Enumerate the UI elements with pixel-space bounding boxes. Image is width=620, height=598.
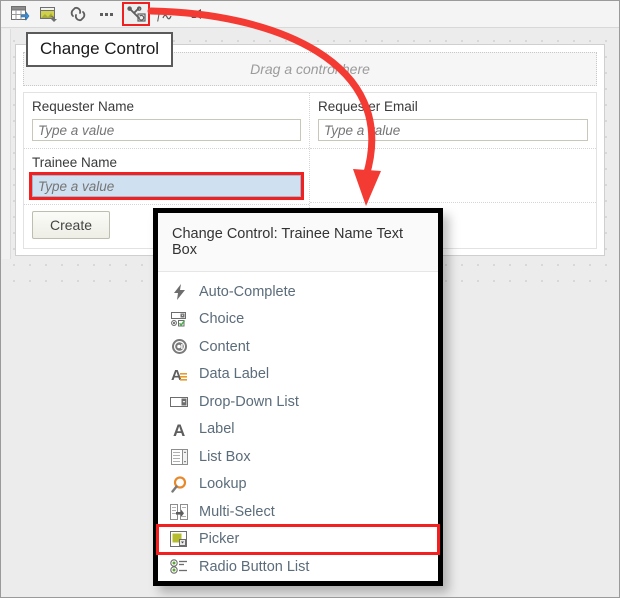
menu-item-label: Picker xyxy=(199,531,240,548)
field-label-requester-email: Requester Email xyxy=(318,99,418,114)
empty-cell-right-middle[interactable] xyxy=(310,149,596,203)
radio-button-list-icon xyxy=(168,557,190,577)
svg-text:A: A xyxy=(173,421,185,438)
picker-icon xyxy=(168,529,190,549)
multi-select-icon xyxy=(168,502,190,522)
formula-icon[interactable]: f xyxy=(152,3,178,25)
toolbar: f xyxy=(1,1,619,28)
field-label-trainee-name: Trainee Name xyxy=(32,155,118,170)
menu-item-multi-select[interactable]: Multi-Select xyxy=(158,498,438,526)
menu-item-radio-button-list[interactable]: Radio Button List xyxy=(158,553,438,581)
menu-item-list-box[interactable]: List Box xyxy=(158,443,438,471)
menu-item-picker[interactable]: Picker xyxy=(156,523,440,555)
drop-down-list-icon xyxy=(168,392,190,412)
control-type-list: Auto-Complete Choice Content A Data Labe… xyxy=(156,272,440,581)
link-icon[interactable] xyxy=(65,3,91,25)
lookup-magnifier-icon xyxy=(168,474,190,494)
more-options-icon[interactable] xyxy=(94,3,120,25)
content-at-icon xyxy=(168,337,190,357)
menu-item-label[interactable]: A Label xyxy=(158,416,438,444)
drop-zone-label: Drag a control here xyxy=(250,61,370,77)
menu-item-label: Content xyxy=(199,338,250,355)
application-window: f Drag a control here Requester Name Typ… xyxy=(0,0,620,598)
menu-item-label: Lookup xyxy=(199,476,247,493)
tooltip-change-control: Change Control xyxy=(26,32,174,67)
menu-item-label: Data Label xyxy=(199,366,270,383)
trainee-name-selection-highlight xyxy=(29,172,304,200)
choice-icon xyxy=(168,309,190,329)
menu-item-label: Radio Button List xyxy=(199,558,310,575)
tooltip-label: Change Control xyxy=(40,39,160,58)
requester-email-input[interactable] xyxy=(318,119,588,141)
menu-item-choice[interactable]: Choice xyxy=(158,306,438,334)
canvas-left-ruler xyxy=(2,29,11,259)
change-control-icon[interactable] xyxy=(122,2,150,26)
field-trainee-name: Trainee Name xyxy=(24,149,309,205)
data-label-icon: A xyxy=(168,364,190,384)
menu-item-label: List Box xyxy=(199,448,251,465)
label-a-icon: A xyxy=(168,419,190,439)
requester-name-input[interactable] xyxy=(32,119,301,141)
svg-text:A: A xyxy=(171,367,182,383)
menu-item-label: Label xyxy=(199,421,235,438)
menu-item-label: Auto-Complete xyxy=(199,283,296,300)
menu-item-auto-complete[interactable]: Auto-Complete xyxy=(158,278,438,306)
popup-title: Change Control: Trainee Name Text Box xyxy=(158,213,438,272)
field-requester-name: Requester Name xyxy=(24,93,309,149)
insert-table-icon[interactable] xyxy=(7,3,33,25)
menu-item-label: Choice xyxy=(199,311,245,328)
field-label-requester-name: Requester Name xyxy=(32,99,135,114)
change-control-popup: Change Control: Trainee Name Text Box Au… xyxy=(153,208,443,586)
svg-text:f: f xyxy=(157,7,163,22)
create-button[interactable]: Create xyxy=(32,211,111,239)
menu-item-label: Drop-Down List xyxy=(199,393,299,410)
trainee-name-input[interactable] xyxy=(32,175,301,197)
lightning-bolt-icon xyxy=(168,282,190,302)
menu-item-content[interactable]: Content xyxy=(158,333,438,361)
paint-icon[interactable] xyxy=(181,3,207,25)
list-box-icon xyxy=(168,447,190,467)
menu-item-lookup[interactable]: Lookup xyxy=(158,471,438,499)
menu-item-drop-down-list[interactable]: Drop-Down List xyxy=(158,388,438,416)
menu-item-data-label[interactable]: A Data Label xyxy=(158,361,438,389)
menu-item-label: Multi-Select xyxy=(199,503,275,520)
insert-image-icon[interactable] xyxy=(36,3,62,25)
field-requester-email: Requester Email xyxy=(310,93,596,149)
